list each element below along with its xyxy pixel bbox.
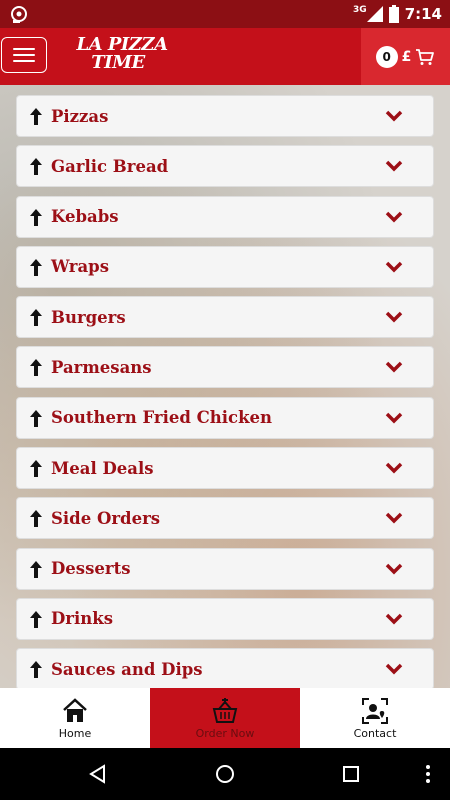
category-label: Sauces and Dips (51, 659, 203, 679)
up-arrow-icon (30, 610, 42, 628)
chevron-down-icon[interactable] (385, 563, 403, 575)
category-item[interactable]: Meal Deals (16, 447, 434, 490)
nav-home[interactable]: Home (0, 688, 150, 748)
home-icon (63, 697, 87, 722)
chevron-down-icon[interactable] (385, 261, 403, 273)
up-arrow-icon (30, 510, 42, 528)
menu-icon-bar (13, 60, 35, 62)
network-type: 3G (353, 5, 367, 15)
category-item[interactable]: Parmesans (16, 346, 434, 389)
up-arrow-icon (30, 661, 42, 679)
category-label: Pizzas (51, 106, 109, 126)
up-arrow-icon (30, 309, 42, 327)
menu-icon-bar (13, 48, 35, 50)
home-circle-icon[interactable] (215, 764, 235, 784)
app-bar: LA PIZZA TIME 0 £ (0, 28, 450, 85)
category-label: Kebabs (51, 207, 119, 227)
category-label: Wraps (51, 257, 109, 277)
more-options-icon[interactable] (425, 764, 431, 784)
category-list: Pizzas Garlic Bread Kebabs Wraps Burgers Parm… (16, 95, 434, 688)
cart-button[interactable]: 0 £ (361, 28, 450, 85)
category-item[interactable]: Wraps (16, 245, 434, 288)
chevron-down-icon[interactable] (385, 412, 403, 424)
nav-contact[interactable]: Contact (300, 688, 450, 748)
shopping-cart-icon (416, 48, 435, 65)
app-logo: LA PIZZA TIME (72, 36, 172, 76)
notification-icon (11, 6, 27, 23)
category-label: Burgers (51, 307, 126, 327)
up-arrow-icon (30, 560, 42, 578)
category-label: Side Orders (51, 508, 161, 528)
category-item[interactable]: Garlic Bread (16, 145, 434, 188)
chevron-down-icon[interactable] (385, 462, 403, 474)
category-label: Southern Fried Chicken (51, 408, 273, 428)
chevron-down-icon[interactable] (385, 512, 403, 524)
cart-total-currency: £ (401, 48, 412, 65)
category-label: Meal Deals (51, 458, 154, 478)
category-item[interactable]: Southern Fried Chicken (16, 396, 434, 439)
up-arrow-icon (30, 359, 42, 377)
up-arrow-icon (30, 158, 42, 176)
category-label: Drinks (51, 609, 113, 629)
nav-contact-label: Contact (353, 726, 397, 740)
category-item[interactable]: Sauces and Dips (16, 648, 434, 688)
category-item[interactable]: Pizzas (16, 95, 434, 137)
category-item[interactable]: Side Orders (16, 497, 434, 540)
menu-button[interactable] (1, 37, 47, 73)
chevron-down-icon[interactable] (385, 160, 403, 172)
category-item[interactable]: Desserts (16, 547, 434, 590)
chevron-down-icon[interactable] (385, 613, 403, 625)
up-arrow-icon (30, 460, 42, 478)
nav-order-now-label: Order Now (195, 726, 255, 740)
basket-icon (212, 697, 238, 723)
menu-icon-bar (13, 54, 35, 56)
nav-order-now[interactable]: Order Now (150, 688, 300, 748)
up-arrow-icon (30, 409, 42, 427)
up-arrow-icon (30, 108, 42, 125)
back-icon[interactable] (88, 764, 108, 784)
system-navigation-bar (0, 748, 450, 800)
bottom-navigation: Home Order Now Contact (0, 688, 450, 748)
signal-icon (366, 6, 383, 22)
category-label: Garlic Bread (51, 156, 169, 176)
battery-icon (388, 5, 399, 23)
logo-line-2: TIME (91, 52, 145, 73)
up-arrow-icon (30, 208, 42, 226)
category-item[interactable]: Drinks (16, 597, 434, 640)
nav-home-label: Home (58, 726, 92, 740)
clock: 7:14 (404, 5, 442, 23)
up-arrow-icon (30, 258, 42, 276)
chevron-down-icon[interactable] (385, 361, 403, 373)
contact-icon (362, 697, 388, 724)
cart-count-badge: 0 (375, 45, 398, 68)
chevron-down-icon[interactable] (385, 663, 403, 675)
category-label: Parmesans (51, 357, 152, 377)
chevron-down-icon[interactable] (385, 311, 403, 323)
status-bar: 3G 7:14 (0, 0, 450, 28)
recents-icon[interactable] (342, 765, 360, 783)
category-item[interactable]: Kebabs (16, 195, 434, 238)
category-label: Desserts (51, 559, 131, 579)
chevron-down-icon[interactable] (385, 110, 403, 122)
chevron-down-icon[interactable] (385, 211, 403, 223)
menu-content: Pizzas Garlic Bread Kebabs Wraps Burgers Parm… (0, 85, 450, 688)
category-item[interactable]: Burgers (16, 296, 434, 339)
